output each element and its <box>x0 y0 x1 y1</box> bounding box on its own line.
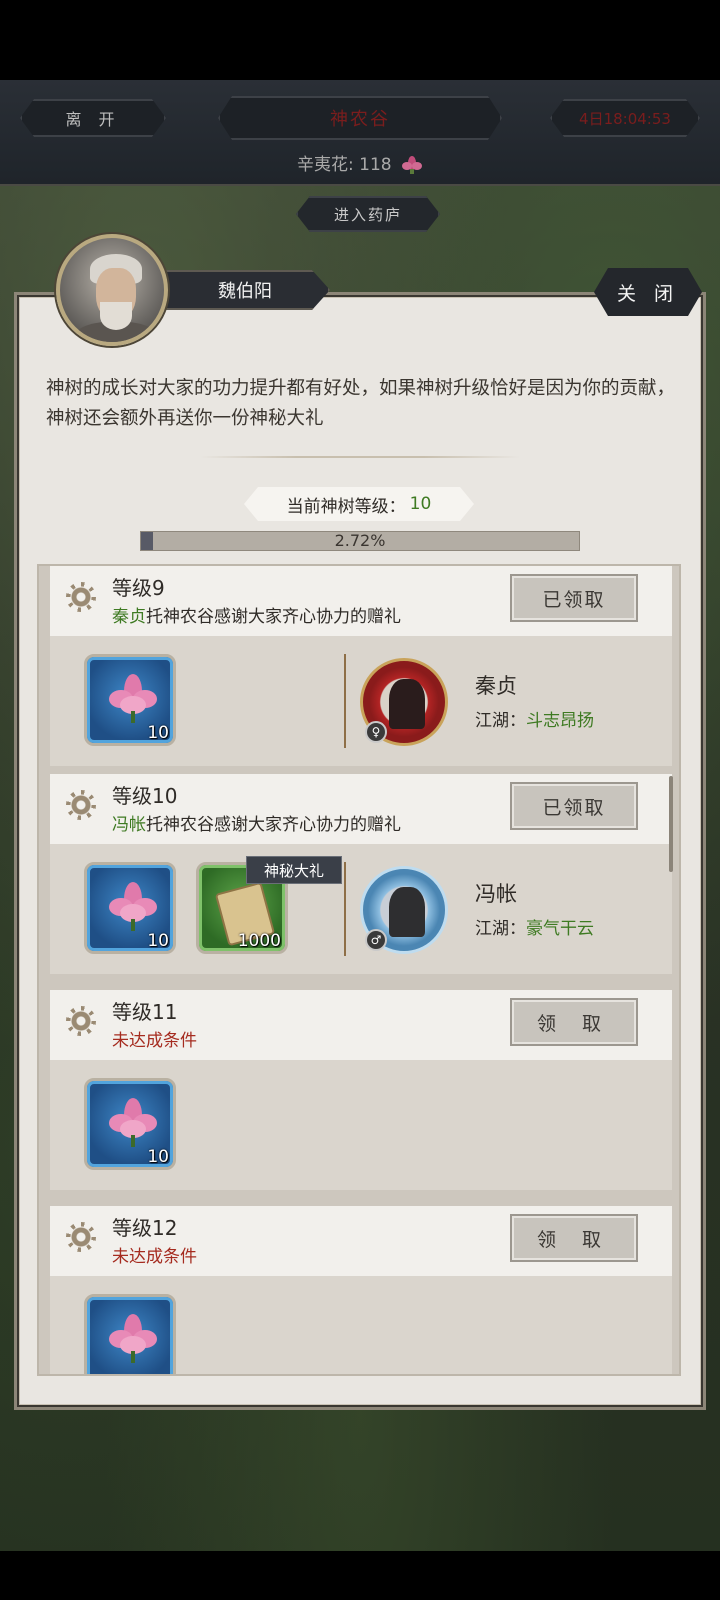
flower-icon <box>109 882 157 931</box>
reward-status: 未达成条件 <box>112 1031 197 1051</box>
npc-title-prefix: 江湖： <box>475 919 526 939</box>
tree-level-label: 当前神树等级： <box>286 496 406 517</box>
npc-name-bar: 魏伯阳 <box>160 270 330 310</box>
item-quantity: 10 <box>147 723 169 743</box>
reward-level: 等级10 <box>112 784 178 808</box>
npc-name: 秦贞 <box>475 674 517 698</box>
claimed-button[interactable]: 已领取 <box>510 782 638 830</box>
gear-icon <box>66 582 96 612</box>
npc-avatar <box>56 234 168 346</box>
reward-level: 等级12 <box>112 1216 178 1240</box>
leave-button[interactable]: 离 开 <box>20 99 166 137</box>
bottom-bar <box>0 1551 720 1600</box>
npc-title: 江湖：斗志昂扬 <box>475 706 594 731</box>
gift-giver-name: 冯帐 <box>112 815 146 835</box>
npc-title-prefix: 江湖： <box>475 711 526 731</box>
reward-item-flower[interactable]: 10 <box>84 654 176 746</box>
description-text: 神树的成长对大家的功力提升都有好处，如果神树升级恰好是因为你的贡献，神树还会额外… <box>46 378 676 429</box>
progress-text: 2.72% <box>334 531 386 550</box>
flower-icon <box>402 156 422 174</box>
reward-level: 等级11 <box>112 1000 178 1024</box>
flower-counter-text: 辛夷花: 118 <box>297 155 392 175</box>
gift-suffix: 托神农谷感谢大家齐心协力的赠礼 <box>146 607 401 627</box>
reward-item-flower[interactable]: 10 <box>84 1078 176 1170</box>
claim-button[interactable]: 领 取 <box>510 998 638 1046</box>
gift-suffix: 托神农谷感谢大家齐心协力的赠礼 <box>146 815 401 835</box>
divider-line <box>344 862 346 956</box>
flower-icon <box>109 674 157 723</box>
reward-item-flower[interactable]: 10 <box>84 862 176 954</box>
reward-level: 等级9 <box>112 576 165 600</box>
item-quantity: 10 <box>147 931 169 951</box>
npc-portrait-fengzhang[interactable]: ♂ <box>360 866 448 954</box>
location-title: 神农谷 <box>218 96 502 140</box>
npc-portrait-qinzhen[interactable]: ♀ <box>360 658 448 746</box>
npc-name: 冯帐 <box>475 882 517 906</box>
gear-icon <box>66 790 96 820</box>
reward-list[interactable]: 等级9 秦贞托神农谷感谢大家齐心协力的赠礼 已领取 10 ♀ 秦贞 江湖：斗志昂… <box>37 564 681 1376</box>
flower-icon <box>109 1098 157 1147</box>
gear-icon <box>66 1006 96 1036</box>
gear-icon <box>66 1222 96 1252</box>
tree-level-value: 10 <box>409 494 432 514</box>
male-icon: ♂ <box>365 929 387 951</box>
level-progress-bar: 2.72% <box>140 531 580 551</box>
gift-giver-name: 秦贞 <box>112 607 146 627</box>
claimed-button[interactable]: 已领取 <box>510 574 638 622</box>
npc-title-value: 斗志昂扬 <box>526 711 594 731</box>
mystery-gift-tag: 神秘大礼 <box>246 856 342 884</box>
female-icon: ♀ <box>365 721 387 743</box>
list-scrollbar[interactable] <box>669 776 673 872</box>
reward-card-level-12: 等级12 未达成条件 领 取 <box>50 1206 672 1374</box>
reward-gift-text: 冯帐托神农谷感谢大家齐心协力的赠礼 <box>112 810 401 835</box>
item-quantity: 10 <box>147 1147 169 1167</box>
claim-button[interactable]: 领 取 <box>510 1214 638 1262</box>
divider-line <box>344 654 346 748</box>
reward-gift-text: 秦贞托神农谷感谢大家齐心协力的赠礼 <box>112 602 401 627</box>
reward-card-level-9: 等级9 秦贞托神农谷感谢大家齐心协力的赠礼 已领取 10 ♀ 秦贞 江湖：斗志昂… <box>50 566 672 766</box>
npc-title-value: 豪气干云 <box>526 919 594 939</box>
close-button[interactable]: 关 闭 <box>594 268 702 316</box>
reward-card-level-11: 等级11 未达成条件 领 取 10 <box>50 990 672 1190</box>
npc-title: 江湖：豪气干云 <box>475 914 594 939</box>
tree-level-badge: 当前神树等级： 10 <box>244 487 474 521</box>
item-quantity: 1000 <box>237 931 281 951</box>
reward-card-level-10: 等级10 冯帐托神农谷感谢大家齐心协力的赠礼 已领取 10 1000 ♂ 冯帐 … <box>50 774 672 974</box>
flower-counter: 辛夷花: 118 <box>0 150 720 175</box>
reward-item-flower[interactable] <box>84 1294 176 1374</box>
reward-status: 未达成条件 <box>112 1247 197 1267</box>
flower-icon <box>109 1314 157 1363</box>
countdown-timer: 4日18:04:53 <box>550 99 700 137</box>
divider <box>200 456 520 458</box>
enter-pharmacy-button[interactable]: 进入药庐 <box>296 196 440 232</box>
